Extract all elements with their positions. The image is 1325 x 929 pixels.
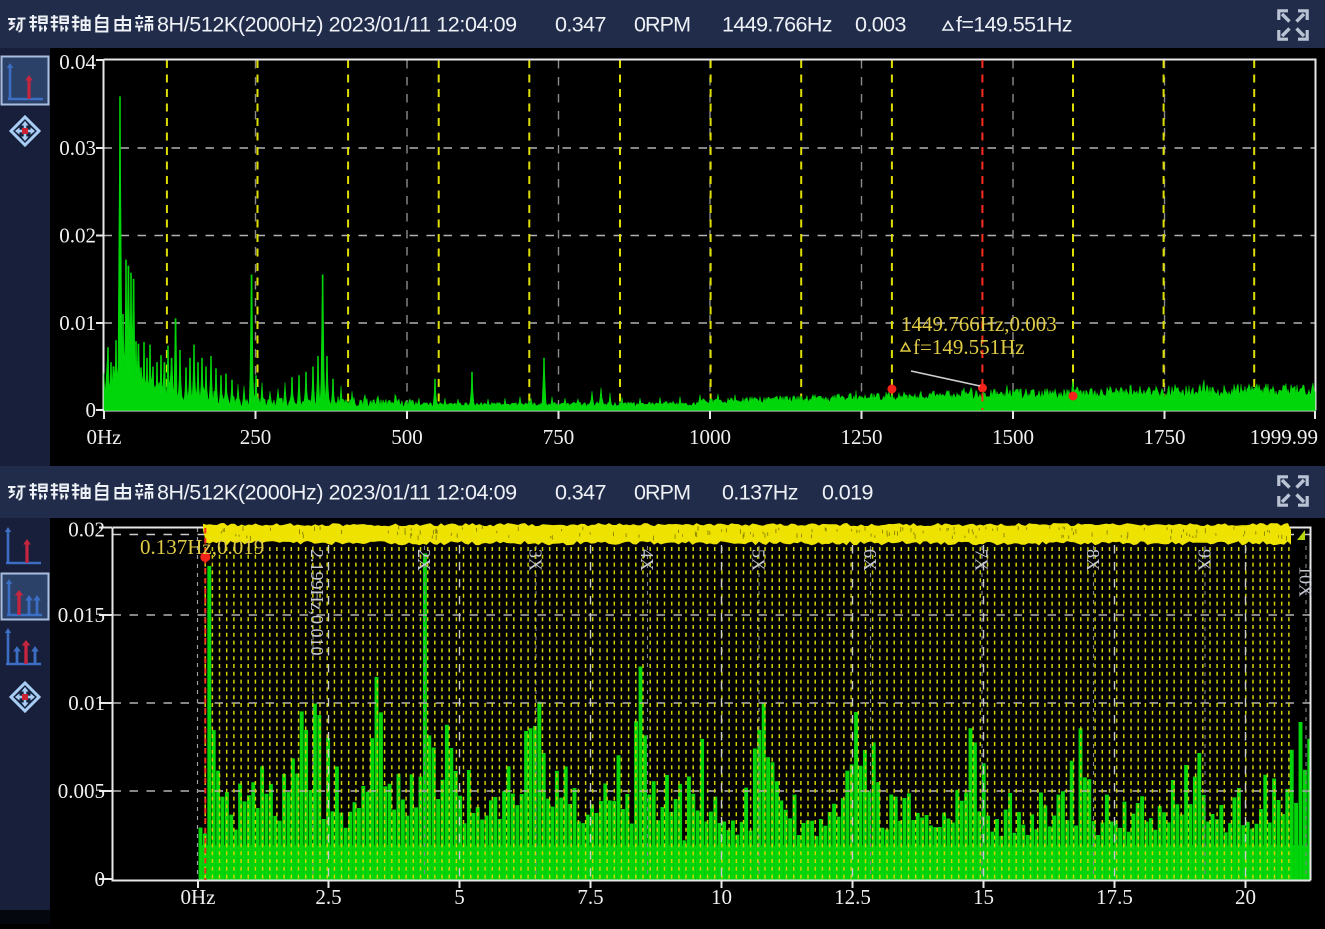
svg-text:0.005: 0.005 [58, 779, 105, 803]
svg-text:8H/512K(2000Hz) 2023/01/11 12:: 8H/512K(2000Hz) 2023/01/11 12:04:09 [157, 13, 517, 37]
svg-text:0.01: 0.01 [68, 691, 105, 715]
svg-text:1500: 1500 [992, 425, 1034, 449]
svg-text:17.5: 17.5 [1096, 885, 1133, 909]
svg-text:10: 10 [711, 885, 732, 909]
svg-text:f=149.551Hz: f=149.551Hz [913, 335, 1025, 359]
svg-text:500: 500 [391, 425, 423, 449]
svg-text:0.04: 0.04 [59, 50, 96, 74]
svg-text:0.02: 0.02 [59, 224, 96, 248]
svg-text:0: 0 [86, 398, 97, 422]
svg-text:8H/512K(2000Hz) 2023/01/11 12:: 8H/512K(2000Hz) 2023/01/11 12:04:09 [157, 481, 517, 505]
svg-text:0Hz: 0Hz [87, 425, 122, 449]
svg-text:5: 5 [454, 885, 465, 909]
svg-text:0.003: 0.003 [855, 13, 906, 37]
svg-text:0: 0 [95, 867, 106, 891]
svg-text:1449.766Hz: 1449.766Hz [722, 13, 832, 37]
svg-text:0.137Hz,0.019: 0.137Hz,0.019 [140, 535, 264, 559]
svg-text:750: 750 [543, 425, 575, 449]
svg-text:1750: 1750 [1144, 425, 1186, 449]
svg-text:2.199Hz,0.010: 2.199Hz,0.010 [307, 549, 327, 656]
svg-text:20: 20 [1235, 885, 1256, 909]
svg-text:0.02: 0.02 [68, 518, 105, 542]
svg-text:2.5: 2.5 [315, 885, 341, 909]
svg-text:0.01: 0.01 [59, 311, 96, 335]
svg-text:6X: 6X [860, 549, 880, 571]
svg-text:5X: 5X [749, 549, 769, 571]
svg-text:9X: 9X [1195, 549, 1215, 571]
svg-text:4X: 4X [637, 549, 657, 571]
svg-text:2X: 2X [414, 549, 434, 571]
svg-text:0.347: 0.347 [555, 13, 606, 37]
svg-text:0.019: 0.019 [822, 481, 873, 505]
svg-text:250: 250 [240, 425, 272, 449]
svg-text:0Hz: 0Hz [181, 885, 216, 909]
svg-text:7.5: 7.5 [577, 885, 603, 909]
svg-text:f=149.551Hz: f=149.551Hz [956, 13, 1072, 37]
svg-text:15: 15 [973, 885, 994, 909]
svg-text:0.03: 0.03 [59, 136, 96, 160]
svg-text:0.137Hz: 0.137Hz [722, 481, 798, 505]
svg-text:1999.99: 1999.99 [1250, 425, 1318, 449]
svg-text:0.015: 0.015 [58, 603, 105, 627]
svg-text:10X: 10X [1296, 566, 1316, 597]
svg-text:0.347: 0.347 [555, 481, 606, 505]
svg-text:0RPM: 0RPM [634, 481, 690, 505]
svg-text:0RPM: 0RPM [634, 13, 690, 37]
svg-text:1000: 1000 [689, 425, 731, 449]
svg-text:7X: 7X [972, 549, 992, 571]
svg-text:12.5: 12.5 [834, 885, 871, 909]
svg-text:1449.766Hz,0.003: 1449.766Hz,0.003 [901, 312, 1057, 336]
svg-text:8X: 8X [1083, 549, 1103, 571]
svg-text:1250: 1250 [841, 425, 883, 449]
svg-text:3X: 3X [526, 549, 546, 571]
